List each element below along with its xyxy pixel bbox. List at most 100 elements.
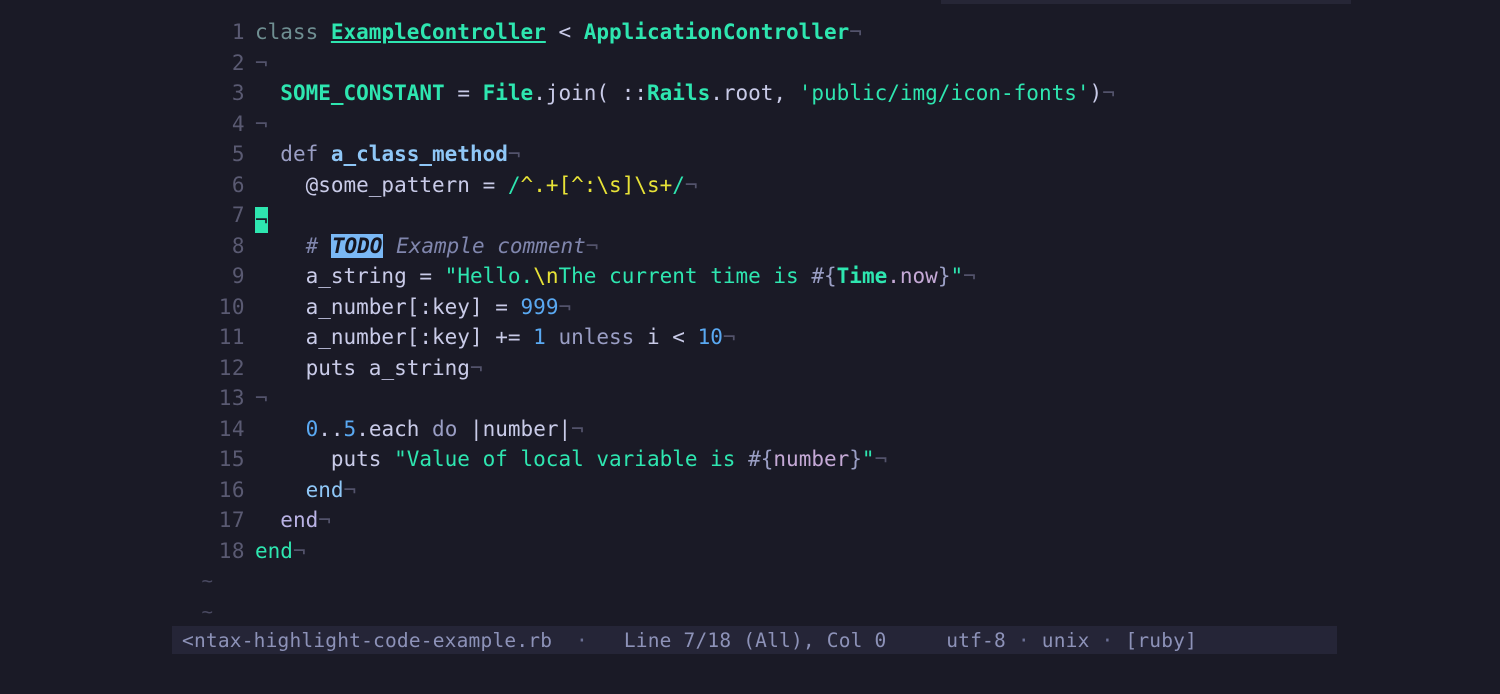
token-number-0: 0 [305, 416, 319, 441]
line-content[interactable]: ¬ [255, 48, 268, 79]
line-content[interactable]: end¬ [255, 505, 331, 536]
status-encoding[interactable]: utf-8 [946, 629, 1006, 652]
status-gap-5 [1030, 629, 1042, 652]
code-line[interactable]: 6 @some_pattern = /^.+[^:\s]\s+/¬ [0, 170, 1500, 201]
code-line[interactable]: 1 class ExampleController < ApplicationC… [0, 17, 1500, 48]
line-content[interactable]: @some_pattern = /^.+[^:\s]\s+/¬ [255, 170, 698, 201]
code-line[interactable]: 11 a_number[:key] += 1 unless i < 10¬ [0, 322, 1500, 353]
token-operator-assign: = [482, 294, 521, 319]
line-content[interactable]: puts "Value of local variable is #{numbe… [255, 444, 887, 475]
code-line[interactable]: 16 end¬ [0, 475, 1500, 506]
line-number: 2 [231, 50, 245, 75]
line-number: 8 [231, 233, 245, 258]
eol-marker: ¬ [963, 264, 976, 288]
code-line[interactable]: 9 a_string = "Hello.\nThe current time i… [0, 261, 1500, 292]
eol-marker: ¬ [558, 294, 572, 319]
token-operator-lt: < [545, 20, 584, 44]
token-regex-open: / [507, 172, 521, 197]
status-filetype[interactable]: [ruby] [1125, 629, 1197, 652]
status-gap-3 [887, 629, 947, 652]
token-number-1: 1 [533, 325, 546, 349]
line-content[interactable]: a_number[:key] = 999¬ [255, 292, 572, 323]
token-string-quote-open: " [444, 264, 458, 288]
status-filename[interactable]: <ntax-highlight-code-example.rb [182, 629, 552, 652]
token-constant-rails: Rails [647, 81, 711, 105]
token-constant-time: Time [836, 264, 888, 288]
line-content[interactable]: a_string = "Hello.\nThe current time is … [255, 261, 976, 292]
line-content[interactable]: end¬ [255, 475, 357, 506]
token-comment-todo: TODO [330, 233, 384, 258]
code-line[interactable]: 13 ¬ [0, 383, 1500, 414]
line-number: 12 [218, 355, 245, 380]
line-number: 10 [218, 294, 245, 319]
eol-marker: ¬ [255, 50, 268, 75]
token-operator-assign: = [406, 264, 445, 288]
token-keyword-end: end [255, 538, 293, 563]
status-gap-2 [588, 629, 624, 652]
code-line[interactable]: 12 puts a_string¬ [0, 353, 1500, 384]
status-separator: · [1017, 628, 1030, 652]
editor-window: 1 class ExampleController < ApplicationC… [0, 0, 1500, 694]
eol-marker: ¬ [585, 233, 599, 258]
token-interpolation-open: #{ [748, 447, 774, 471]
token-number-999: 999 [520, 294, 559, 319]
line-content[interactable]: SOME_CONSTANT = File.join( ::Rails.root,… [255, 78, 1115, 109]
code-line[interactable]: 17 end¬ [0, 505, 1500, 536]
code-line[interactable]: 3 SOME_CONSTANT = File.join( ::Rails.roo… [0, 78, 1500, 109]
token-variable-i: i < [646, 325, 698, 349]
token-string-hello: Hello. [457, 264, 534, 288]
code-editor-buffer[interactable]: 1 class ExampleController < ApplicationC… [0, 0, 1500, 627]
line-content[interactable]: 0..5.each do |number|¬ [255, 414, 584, 445]
token-interpolation-close: } [937, 264, 951, 288]
eol-marker: ¬ [292, 538, 306, 563]
status-gap-6 [1090, 629, 1102, 652]
token-block-param: |number| [457, 416, 572, 441]
token-variable-a-string: a_string [368, 355, 470, 380]
line-content[interactable]: def a_class_method¬ [255, 139, 520, 170]
status-cursor-position[interactable]: Line 7/18 (All), Col 0 [624, 629, 887, 652]
token-interpolation-open: #{ [811, 264, 837, 288]
eol-marker: ¬ [684, 172, 698, 197]
token-function-puts: puts [305, 355, 369, 380]
token-keyword-class: class [255, 20, 319, 44]
token-number-10: 10 [697, 325, 723, 349]
eol-marker: ¬ [722, 325, 736, 349]
code-line[interactable]: 8 # TODO Example comment¬ [0, 231, 1500, 262]
empty-line-marker: ~ [201, 570, 213, 592]
token-call-join: .join( [533, 81, 622, 105]
code-line[interactable]: 2 ¬ [0, 48, 1500, 79]
empty-line-marker: ~ [201, 600, 213, 623]
code-line-active[interactable]: 7 ¬ [0, 200, 1500, 233]
token-number-5: 5 [343, 416, 357, 441]
text-cursor[interactable]: ¬ [255, 207, 268, 233]
code-line[interactable]: 10 a_number[:key] = 999¬ [0, 292, 1500, 323]
code-line[interactable]: 4 ¬ [0, 109, 1500, 140]
token-variable-a-number: a_number[:key] [305, 294, 483, 319]
line-content[interactable]: puts a_string¬ [255, 353, 483, 384]
token-keyword-def: def [280, 142, 331, 166]
token-method-name: a_class_method [330, 142, 508, 166]
line-content[interactable]: end¬ [255, 536, 306, 567]
code-line[interactable]: 18 end¬ [0, 536, 1500, 567]
token-string-quote-close: " [950, 264, 964, 288]
line-content[interactable]: ¬ [255, 200, 268, 233]
empty-line-row: ~ [0, 566, 1500, 597]
status-separator: · [576, 628, 588, 652]
line-content[interactable]: class ExampleController < ApplicationCon… [255, 17, 862, 48]
token-string-body: Value of local variable is [406, 447, 749, 471]
code-line[interactable]: 14 0..5.each do |number|¬ [0, 414, 1500, 445]
token-paren-close: ) [1089, 81, 1103, 105]
token-constant-some-constant: SOME_CONSTANT [280, 81, 445, 105]
line-content[interactable]: ¬ [255, 109, 268, 140]
line-content[interactable]: a_number[:key] += 1 unless i < 10¬ [255, 322, 736, 353]
status-line-ending[interactable]: unix [1042, 629, 1090, 652]
status-bar: <ntax-highlight-code-example.rb · Line 7… [172, 626, 1337, 654]
line-content[interactable]: # TODO Example comment¬ [255, 231, 598, 262]
line-content[interactable]: ¬ [255, 383, 268, 414]
code-line[interactable]: 15 puts "Value of local variable is #{nu… [0, 444, 1500, 475]
code-line[interactable]: 5 def a_class_method¬ [0, 139, 1500, 170]
